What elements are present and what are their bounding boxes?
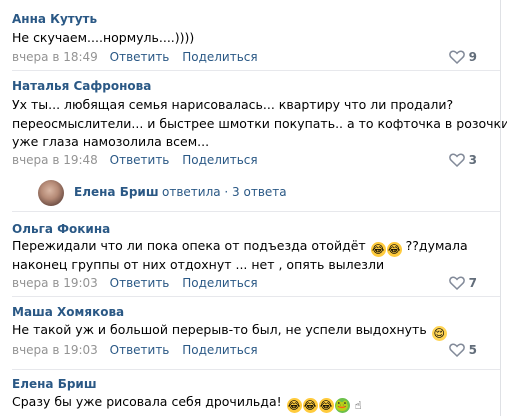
laughing-emoji: 😂 — [286, 398, 302, 413]
share-button[interactable]: Поделиться — [182, 343, 257, 357]
reply-button[interactable]: Ответить — [110, 343, 170, 357]
heart-icon — [448, 276, 465, 291]
comment-text: Не такой уж и большой перерыв-то был, не… — [12, 322, 447, 341]
reply-button[interactable]: Ответить — [110, 50, 170, 64]
comment-meta: вчера в 18:49 Ответить Поделиться — [12, 50, 258, 64]
comment-time[interactable]: вчера в 18:49 — [12, 50, 98, 64]
comment-text: наконец группы от них отдохнут ... нет ,… — [12, 257, 385, 272]
comment-time[interactable]: вчера в 19:03 — [12, 276, 98, 290]
hand-emoji: ☝ — [354, 399, 362, 412]
reply-button[interactable]: Ответить — [110, 276, 170, 290]
comment-author[interactable]: Анна Кутуть — [12, 12, 97, 26]
comment-time[interactable]: вчера в 19:48 — [12, 153, 98, 167]
comment-time[interactable]: вчера в 19:03 — [12, 343, 98, 357]
like-count: 5 — [468, 343, 477, 357]
comment-author[interactable]: Ольга Фокина — [12, 222, 110, 236]
comment-meta: вчера в 19:03 Ответить Поделиться — [12, 276, 258, 290]
comment-text: Пережидали что ли пока опека от подъезда… — [12, 238, 468, 257]
like-button[interactable]: 3 — [448, 153, 477, 168]
laughing-emoji: 😂 — [386, 242, 402, 257]
share-button[interactable]: Поделиться — [182, 50, 257, 64]
comment-text: Не скучаем....нормуль....)))) — [12, 30, 195, 45]
comment: Елена Бриш Сразу бы уже рисовала себя др… — [12, 370, 500, 416]
laughing-emoji: 😂 — [370, 242, 386, 257]
share-button[interactable]: Поделиться — [182, 276, 257, 290]
laughing-emoji: 😂 — [318, 398, 334, 413]
like-button[interactable]: 9 — [448, 50, 477, 65]
like-button[interactable]: 5 — [448, 343, 477, 358]
comment: Ольга Фокина Пережидали что ли пока опек… — [12, 212, 500, 296]
comment-meta: вчера в 19:03 Ответить Поделиться — [12, 343, 258, 357]
comment-text: уже глаза намозолила всем... — [12, 134, 210, 149]
like-count: 7 — [468, 276, 477, 290]
comment-author[interactable]: Маша Хомякова — [12, 305, 124, 319]
comment-author[interactable]: Елена Бриш — [12, 377, 97, 391]
comment-text: Ух ты... любящая семья нарисовалась... к… — [12, 97, 454, 112]
comment-text: Сразу бы уже рисовала себя дрочильда! 😂 😂… — [12, 393, 482, 413]
thread-author[interactable]: Елена Бриш — [74, 185, 159, 199]
like-count: 3 — [468, 153, 477, 167]
frog-emoji: 🐸 — [334, 398, 350, 413]
share-button[interactable]: Поделиться — [182, 153, 257, 167]
comment: Наталья Сафронова Ух ты... любящая семья… — [12, 71, 507, 181]
comment: Маша Хомякова Не такой уж и большой пере… — [12, 297, 500, 369]
comment-meta: вчера в 19:48 Ответить Поделиться — [12, 153, 258, 167]
heart-icon — [448, 153, 465, 168]
relieved-emoji: 😌 — [431, 326, 447, 341]
like-button[interactable]: 7 — [448, 276, 477, 291]
comment-author[interactable]: Наталья Сафронова — [12, 79, 151, 93]
heart-icon — [448, 343, 465, 358]
reply-button[interactable]: Ответить — [110, 153, 170, 167]
laughing-emoji: 😂 — [302, 398, 318, 413]
heart-icon — [448, 50, 465, 65]
thread-replies-link[interactable]: ответила · 3 ответа — [162, 185, 287, 199]
comments-feed: Анна Кутуть Не скучаем....нормуль....)))… — [0, 0, 507, 416]
comment-text: переосмыслители... и быстрее шмотки поку… — [12, 116, 507, 131]
avatar[interactable] — [38, 180, 64, 206]
comment: Анна Кутуть Не скучаем....нормуль....)))… — [12, 0, 500, 70]
like-count: 9 — [468, 50, 477, 64]
